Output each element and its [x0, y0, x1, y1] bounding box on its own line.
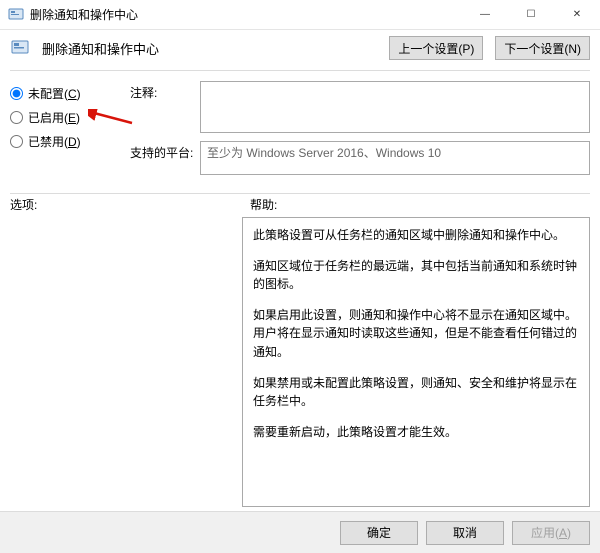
comment-row: 注释:	[130, 81, 590, 133]
radio-enabled[interactable]: 已启用(E)	[10, 105, 120, 129]
window-title: 删除通知和操作中心	[30, 6, 138, 23]
radio-not-configured-input[interactable]	[10, 87, 23, 100]
comment-textarea[interactable]	[200, 81, 590, 133]
radio-enabled-input[interactable]	[10, 111, 23, 124]
apply-button[interactable]: 应用(A)	[512, 521, 590, 545]
next-setting-button[interactable]: 下一个设置(N)	[495, 36, 590, 60]
maximize-button[interactable]: ☐	[508, 0, 554, 30]
close-button[interactable]: ✕	[554, 0, 600, 30]
radio-enabled-label: 已启用(E)	[28, 109, 80, 126]
minimize-button[interactable]: —	[462, 0, 508, 30]
help-panel[interactable]: 此策略设置可从任务栏的通知区域中删除通知和操作中心。 通知区域位于任务栏的最远端…	[242, 217, 590, 507]
window-controls: — ☐ ✕	[462, 0, 600, 30]
right-col: 注释: 支持的平台: 至少为 Windows Server 2016、Windo…	[130, 81, 590, 183]
help-p5: 需要重新启动，此策略设置才能生效。	[253, 423, 579, 442]
header-row: 删除通知和操作中心 上一个设置(P) 下一个设置(N)	[0, 30, 600, 70]
button-bar: 确定 取消 应用(A)	[0, 511, 600, 553]
policy-title: 删除通知和操作中心	[42, 39, 377, 58]
section-labels: 选项: 帮助:	[0, 194, 600, 217]
radio-disabled-input[interactable]	[10, 135, 23, 148]
cancel-button[interactable]: 取消	[426, 521, 504, 545]
help-p2: 通知区域位于任务栏的最远端，其中包括当前通知和系统时钟的图标。	[253, 257, 579, 294]
comment-label: 注释:	[130, 81, 200, 101]
radio-not-configured-label: 未配置(C)	[28, 85, 81, 102]
help-p3: 如果启用此设置，则通知和操作中心将不显示在通知区域中。用户将在显示通知时读取这些…	[253, 306, 579, 362]
options-panel	[10, 217, 236, 507]
platform-text: 至少为 Windows Server 2016、Windows 10	[207, 146, 441, 160]
platform-label: 支持的平台:	[130, 141, 200, 161]
previous-setting-button[interactable]: 上一个设置(P)	[389, 36, 483, 60]
radio-disabled-label: 已禁用(D)	[28, 133, 81, 150]
config-block: 未配置(C) 已启用(E) 已禁用(D) 注释: 支持的平台: 至少	[0, 71, 600, 193]
help-p4: 如果禁用或未配置此策略设置，则通知、安全和维护将显示在任务栏中。	[253, 374, 579, 411]
state-radios: 未配置(C) 已启用(E) 已禁用(D)	[10, 81, 120, 183]
radio-not-configured[interactable]: 未配置(C)	[10, 81, 120, 105]
platform-box[interactable]: 至少为 Windows Server 2016、Windows 10	[200, 141, 590, 175]
options-label: 选项:	[10, 196, 250, 213]
app-icon	[8, 7, 24, 23]
help-label: 帮助:	[250, 196, 277, 213]
panels-row: 此策略设置可从任务栏的通知区域中删除通知和操作中心。 通知区域位于任务栏的最远端…	[0, 217, 600, 507]
policy-icon	[10, 38, 30, 58]
titlebar-left: 删除通知和操作中心	[8, 6, 138, 23]
titlebar: 删除通知和操作中心 — ☐ ✕	[0, 0, 600, 30]
platform-row: 支持的平台: 至少为 Windows Server 2016、Windows 1…	[130, 141, 590, 175]
help-p1: 此策略设置可从任务栏的通知区域中删除通知和操作中心。	[253, 226, 579, 245]
ok-button[interactable]: 确定	[340, 521, 418, 545]
radio-disabled[interactable]: 已禁用(D)	[10, 129, 120, 153]
